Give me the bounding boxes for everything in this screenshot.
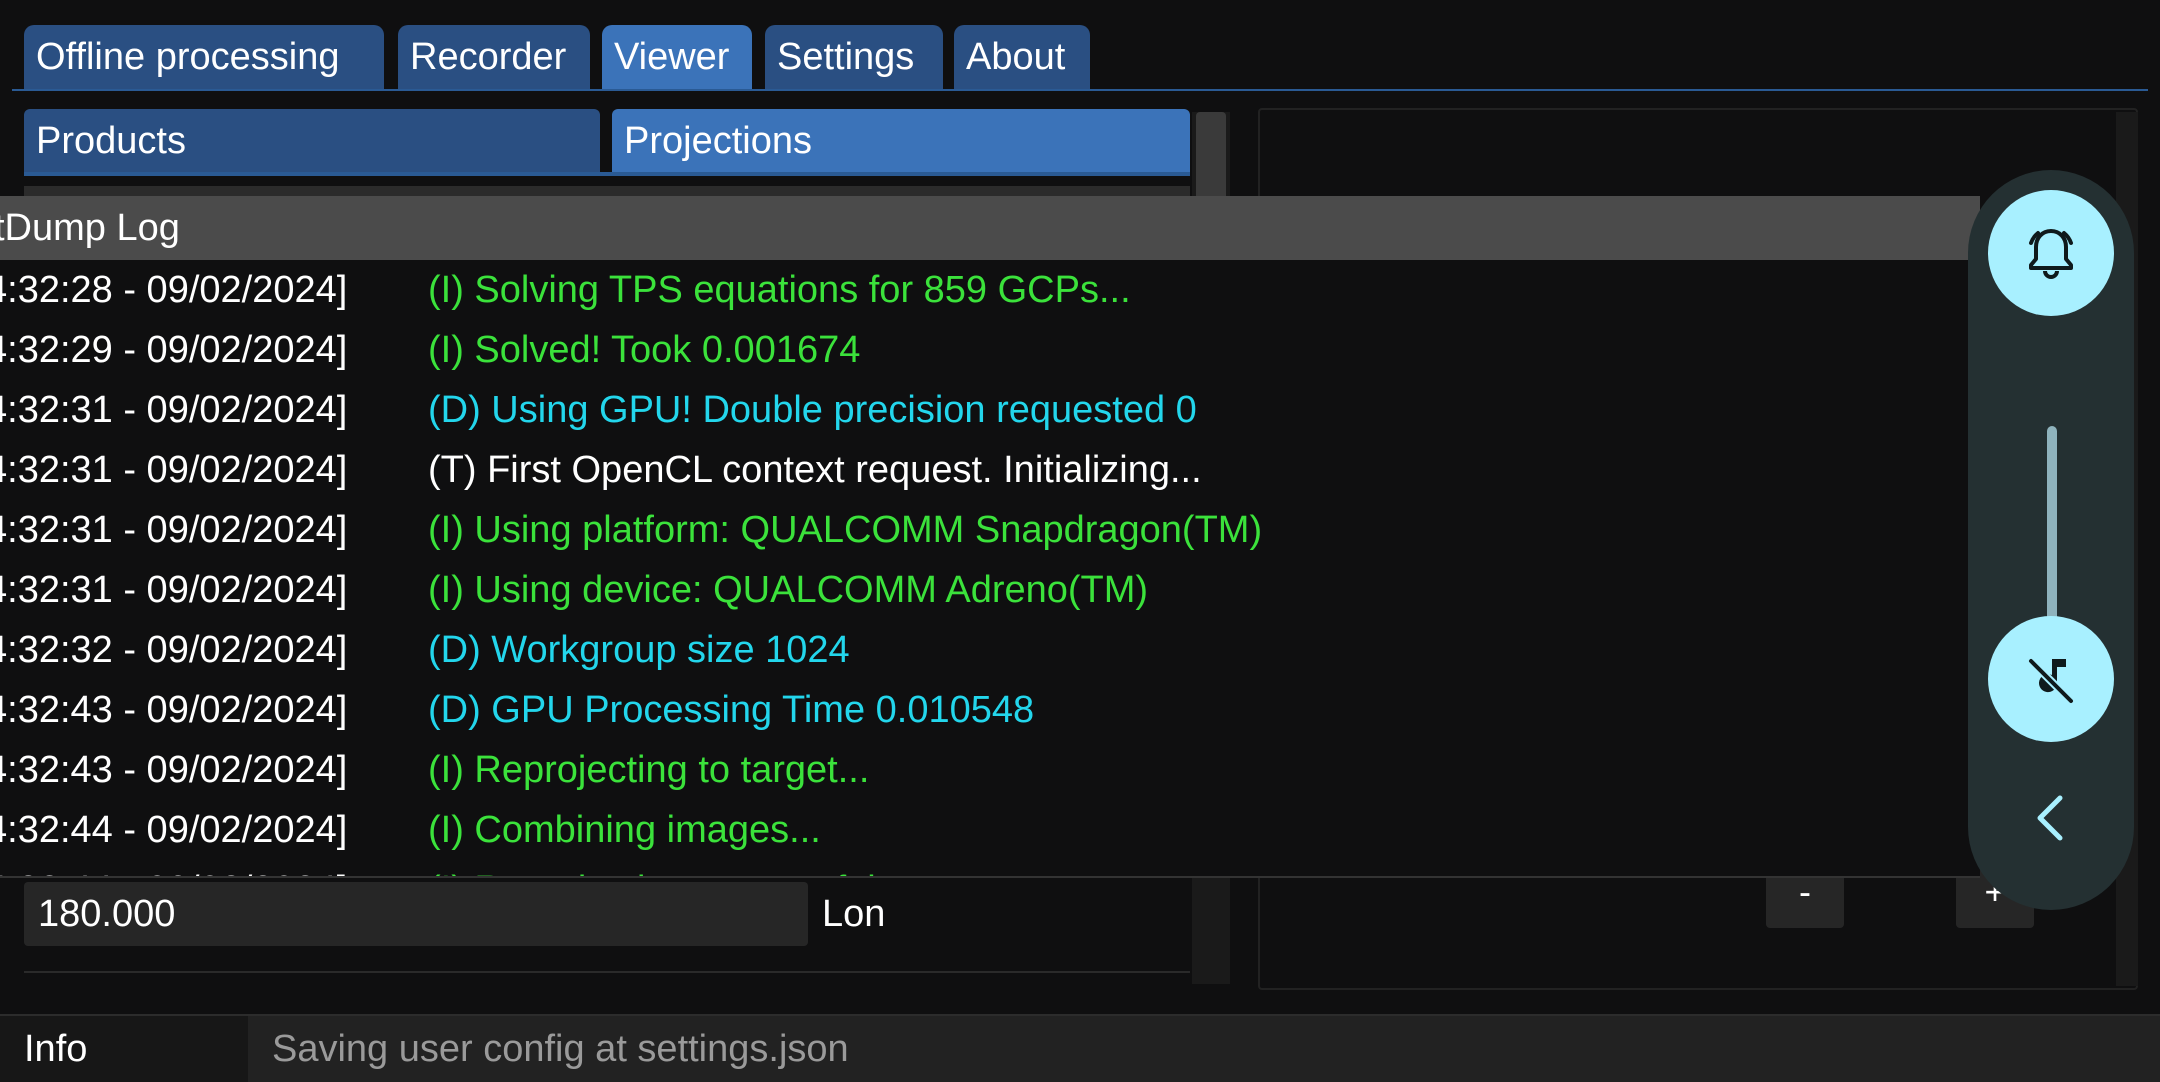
log-window-title: tDump Log <box>0 207 180 249</box>
chevron-left-icon[interactable] <box>2020 786 2084 850</box>
bell-icon <box>2029 229 2073 279</box>
log-message: (I) Reprojection successful... <box>428 860 907 876</box>
tab-settings[interactable]: Settings <box>765 25 943 89</box>
log-timestamp: 4:32:31 - 09/02/2024] <box>0 509 348 551</box>
log-message: (I) Solved! Took 0.001674 <box>428 329 861 371</box>
log-window-titlebar[interactable]: tDump Log <box>0 196 1980 260</box>
log-content[interactable]: 4:32:28 - 09/02/2024] (I) Solving TPS equ… <box>0 260 1980 876</box>
status-bar: Info Saving user config at settings.json <box>0 1014 2160 1082</box>
log-timestamp: 4:32:31 - 09/02/2024] <box>0 569 348 611</box>
log-message: (D) Workgroup size 1024 <box>428 629 850 671</box>
log-timestamp: 4:32:29 - 09/02/2024] <box>0 329 348 371</box>
log-timestamp: 4:32:31 - 09/02/2024] <box>0 389 348 431</box>
log-timestamp: 4:32:44 - 09/02/2024] <box>0 809 348 851</box>
log-timestamp: 4:32:31 - 09/02/2024] <box>0 449 348 491</box>
log-timestamp: 4:32:28 - 09/02/2024] <box>0 269 348 311</box>
tab-offline-processing[interactable]: Offline processing <box>24 25 384 89</box>
volume-panel <box>1968 170 2134 910</box>
subtab-projections[interactable]: Projections <box>612 109 1190 173</box>
tab-viewer[interactable]: Viewer <box>602 25 752 89</box>
subtab-products[interactable]: Products <box>24 109 600 173</box>
separator <box>24 971 1190 973</box>
status-level-label: Info <box>0 1016 248 1082</box>
music-off-icon <box>2027 657 2075 705</box>
log-timestamp: 4:32:32 - 09/02/2024] <box>0 629 348 671</box>
log-message: (T) First OpenCL context request. Initia… <box>428 449 1202 491</box>
log-message: (D) Using GPU! Double precision requeste… <box>428 389 1197 431</box>
log-timestamp: 4:32:44 - 09/02/2024] <box>0 860 347 876</box>
log-message: (I) Using platform: QUALCOMM Snapdragon(… <box>428 509 1263 551</box>
main-tab-bar: Offline processing Recorder Viewer Setti… <box>0 0 2160 92</box>
log-message: (D) GPU Processing Time 0.010548 <box>428 689 1035 731</box>
lon-label: Lon <box>822 893 886 935</box>
log-message: (I) Combining images... <box>428 809 821 851</box>
lon-input[interactable]: 180.000 <box>24 882 808 946</box>
log-timestamp: 4:32:43 - 09/02/2024] <box>0 689 348 731</box>
media-mute-button[interactable] <box>1988 616 2114 742</box>
log-message: (I) Reprojecting to target... <box>428 749 870 791</box>
log-message: (I) Solving TPS equations for 859 GCPs..… <box>428 269 1131 311</box>
tab-about[interactable]: About <box>954 25 1090 89</box>
subtab-underline <box>24 172 1190 176</box>
tab-recorder[interactable]: Recorder <box>398 25 590 89</box>
status-message: Saving user config at settings.json <box>272 1028 849 1070</box>
log-message: (I) Using device: QUALCOMM Adreno(TM) <box>428 569 1149 611</box>
ringer-mode-button[interactable] <box>1988 190 2114 316</box>
log-timestamp: 4:32:43 - 09/02/2024] <box>0 749 348 791</box>
log-window[interactable]: tDump Log 4:32:28 - 09/02/2024] (I) Solvi… <box>0 196 1980 878</box>
tab-underline <box>12 89 2148 91</box>
